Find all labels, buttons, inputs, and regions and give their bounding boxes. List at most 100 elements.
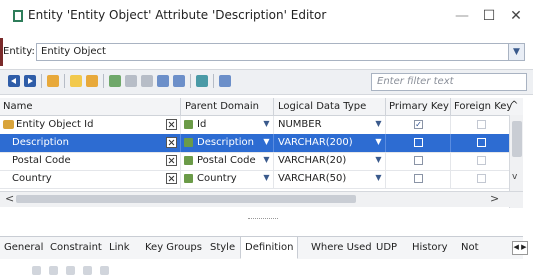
cell-divider [180, 152, 181, 170]
column-header-foreign-key[interactable]: Foreign Key [454, 101, 512, 112]
table-row[interactable]: Entity Object Id Id ▼ NUMBER ▼ ✓ [0, 116, 509, 135]
cell-divider [385, 116, 386, 134]
chevron-down-icon[interactable]: ▼ [262, 137, 271, 148]
grid-header: Name Parent Domain Logical Data Type Pri… [0, 98, 523, 116]
filter-input[interactable]: Enter filter text [371, 73, 527, 91]
table-row[interactable]: Postal Code Postal Code ▼ VARCHAR(20) ▼ [0, 152, 509, 171]
toolbar-separator [41, 74, 42, 88]
scroll-down-icon[interactable]: v [512, 172, 517, 182]
cell-divider [385, 134, 386, 152]
key-icon [3, 120, 14, 129]
chevron-down-icon[interactable]: ▼ [262, 155, 271, 166]
tab-constraint[interactable]: Constraint [46, 237, 106, 258]
column-divider[interactable] [180, 98, 181, 115]
copy-icon[interactable] [70, 75, 82, 87]
close-button[interactable]: ✕ [496, 4, 533, 28]
column-divider[interactable] [385, 98, 386, 115]
horizontal-scroll-thumb[interactable] [16, 195, 356, 203]
horizontal-scrollbar[interactable]: < > [0, 191, 523, 207]
properties-icon[interactable] [219, 75, 231, 87]
cell-divider [180, 134, 181, 152]
tab-udp[interactable]: UDP [372, 237, 401, 258]
title-bar: Entity 'Entity Object' Attribute 'Descri… [0, 0, 533, 32]
chevron-down-icon[interactable]: ▼ [374, 119, 383, 130]
primary-key-checkbox[interactable] [414, 138, 423, 147]
pane-splitter[interactable] [0, 208, 523, 228]
paste-icon[interactable] [100, 266, 109, 275]
foreign-key-checkbox[interactable] [477, 120, 486, 129]
chevron-down-icon[interactable]: ▼ [374, 155, 383, 166]
move-down-icon[interactable] [157, 75, 169, 87]
chevron-down-icon[interactable]: ▼ [262, 173, 271, 184]
table-row[interactable]: Country Country ▼ VARCHAR(50) ▼ [0, 170, 509, 189]
cell-divider [273, 170, 274, 188]
column-header-logical-data-type[interactable]: Logical Data Type [278, 101, 366, 112]
foreign-key-checkbox[interactable] [477, 156, 486, 165]
domain-icon[interactable] [196, 75, 208, 87]
cell-divider [450, 170, 451, 188]
entity-label: Entity: [3, 46, 35, 57]
cell-divider [180, 116, 181, 134]
attribute-edit-icon[interactable] [166, 155, 177, 166]
foreign-key-checkbox[interactable] [477, 138, 486, 147]
move-bottom-icon[interactable] [173, 75, 185, 87]
table-row[interactable]: Description Description ▼ VARCHAR(200) ▼ [0, 134, 509, 153]
previous-icon[interactable] [8, 75, 20, 87]
cut-icon[interactable] [66, 266, 75, 275]
logical-data-type: VARCHAR(20) [278, 155, 347, 166]
entity-selector-row: Entity: Entity Object ▼ [0, 42, 533, 62]
chevron-down-icon[interactable]: ▼ [374, 173, 383, 184]
foreign-key-checkbox[interactable] [477, 174, 486, 183]
redo-icon[interactable] [49, 266, 58, 275]
move-top-icon[interactable] [125, 75, 137, 87]
scroll-right-icon[interactable]: > [490, 192, 499, 205]
logical-data-type: NUMBER [278, 119, 322, 130]
delete-icon[interactable] [86, 75, 98, 87]
tab-notes[interactable]: Not [457, 237, 483, 258]
add-attribute-icon[interactable] [47, 75, 59, 87]
primary-key-checkbox[interactable]: ✓ [414, 120, 423, 129]
tab-scroll-arrows[interactable]: ◀ ▶ [512, 241, 528, 255]
toolbar-separator [103, 74, 104, 88]
sort-ascending-icon[interactable]: ^ [510, 100, 518, 111]
primary-key-checkbox[interactable] [414, 174, 423, 183]
attribute-edit-icon[interactable] [166, 119, 177, 130]
column-header-parent-domain[interactable]: Parent Domain [185, 101, 259, 112]
chevron-down-icon[interactable]: ▼ [262, 119, 271, 130]
primary-key-checkbox[interactable] [414, 156, 423, 165]
column-header-name[interactable]: Name [3, 101, 33, 112]
move-up-icon[interactable] [141, 75, 153, 87]
parent-domain: Country [197, 173, 237, 184]
vertical-scroll-thumb[interactable] [512, 121, 522, 157]
scroll-left-icon[interactable]: < [5, 192, 14, 205]
column-divider[interactable] [273, 98, 274, 115]
tab-key-groups[interactable]: Key Groups [141, 237, 206, 258]
entity-select[interactable]: Entity Object [36, 43, 515, 61]
entity-dropdown-button[interactable]: ▼ [508, 43, 525, 61]
tab-history[interactable]: History [408, 237, 452, 258]
next-icon[interactable] [24, 75, 36, 87]
column-header-primary-key[interactable]: Primary Key [389, 101, 449, 112]
tab-definition[interactable]: Definition [240, 237, 299, 259]
attribute-name: Entity Object Id [16, 119, 94, 130]
tab-style[interactable]: Style [206, 237, 239, 258]
cell-divider [450, 134, 451, 152]
toolbar-separator [190, 74, 191, 88]
tab-general[interactable]: General [0, 237, 47, 258]
tab-link[interactable]: Link [105, 237, 133, 258]
attribute-edit-icon[interactable] [166, 173, 177, 184]
attribute-name: Postal Code [12, 155, 71, 166]
chevron-down-icon[interactable]: ▼ [374, 137, 383, 148]
toolbar-separator [64, 74, 65, 88]
format-icon[interactable] [83, 266, 92, 275]
undo-icon[interactable] [32, 266, 41, 275]
cell-divider [273, 134, 274, 152]
window-title: Entity 'Entity Object' Attribute 'Descri… [28, 8, 327, 22]
tab-where-used[interactable]: Where Used [307, 237, 376, 258]
filter-placeholder: Enter filter text [377, 76, 454, 87]
editor-tabs: General Constraint Link Key Groups Style… [0, 236, 528, 259]
add-key-icon[interactable] [109, 75, 121, 87]
column-divider[interactable] [450, 98, 451, 115]
attribute-edit-icon[interactable] [166, 137, 177, 148]
splitter-grip[interactable] [248, 218, 278, 220]
